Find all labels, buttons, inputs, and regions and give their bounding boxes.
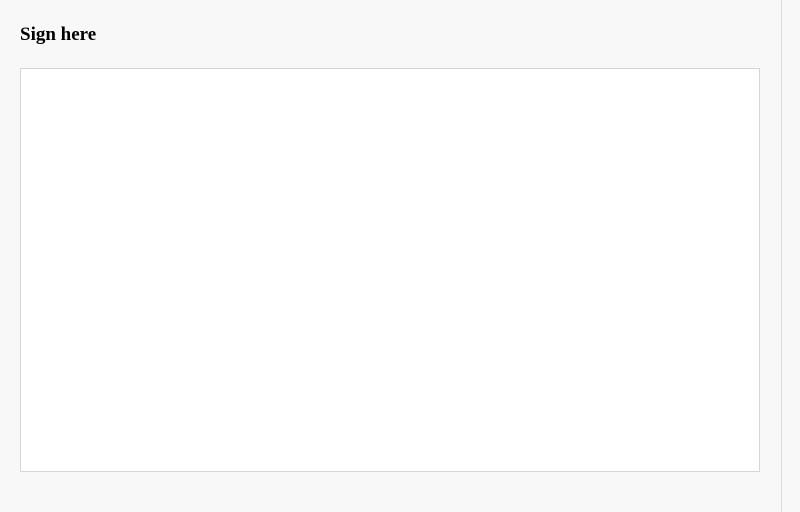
page-title: Sign here: [20, 24, 761, 46]
signature-canvas[interactable]: [20, 68, 760, 472]
signature-panel: Sign here: [0, 0, 782, 512]
